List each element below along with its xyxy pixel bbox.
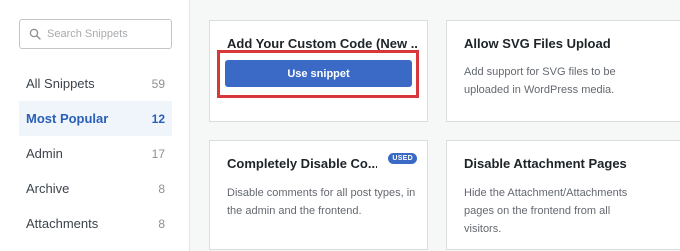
category-count: 17 <box>151 146 165 161</box>
sidebar: All Snippets 59 Most Popular 12 Admin 17… <box>0 0 190 251</box>
category-count: 12 <box>151 111 165 126</box>
search-box[interactable] <box>19 19 172 49</box>
category-most-popular[interactable]: Most Popular 12 <box>19 101 172 136</box>
category-attachments[interactable]: Attachments 8 <box>19 206 172 241</box>
category-all-snippets[interactable]: All Snippets 59 <box>19 66 172 101</box>
snippet-card-allow-svg[interactable]: Allow SVG Files Upload Add support for S… <box>446 20 680 122</box>
snippet-library: All Snippets 59 Most Popular 12 Admin 17… <box>0 0 680 251</box>
category-count: 8 <box>158 216 165 231</box>
search-icon <box>29 28 41 40</box>
category-label: Admin <box>26 146 63 161</box>
snippet-card-disable-comments[interactable]: Completely Disable Co... USED Disable co… <box>209 140 428 250</box>
category-count: 8 <box>158 181 165 196</box>
card-title: Add Your Custom Code (New ... <box>227 36 417 51</box>
used-badge: USED <box>388 153 417 164</box>
card-title: Allow SVG Files Upload <box>464 36 611 51</box>
category-label: Most Popular <box>26 111 109 126</box>
category-archive[interactable]: Archive 8 <box>19 171 172 206</box>
category-label: Archive <box>26 181 70 196</box>
category-label: All Snippets <box>26 76 95 91</box>
category-list: All Snippets 59 Most Popular 12 Admin 17… <box>19 66 172 241</box>
use-snippet-button[interactable]: Use snippet <box>225 60 412 87</box>
card-title: Completely Disable Co... <box>227 156 377 171</box>
card-description: Disable comments for all post types, in … <box>227 187 416 217</box>
card-title: Disable Attachment Pages <box>464 156 627 171</box>
card-description: Hide the Attachment/Attachments pages on… <box>464 187 628 235</box>
snippet-card-disable-attachments[interactable]: Disable Attachment Pages Hide the Attach… <box>446 140 680 250</box>
category-label: Attachments <box>26 216 99 231</box>
card-description: Add support for SVG files to be uploaded… <box>464 66 616 96</box>
category-count: 59 <box>151 76 165 91</box>
category-admin[interactable]: Admin 17 <box>19 136 172 171</box>
search-input[interactable] <box>47 28 167 40</box>
